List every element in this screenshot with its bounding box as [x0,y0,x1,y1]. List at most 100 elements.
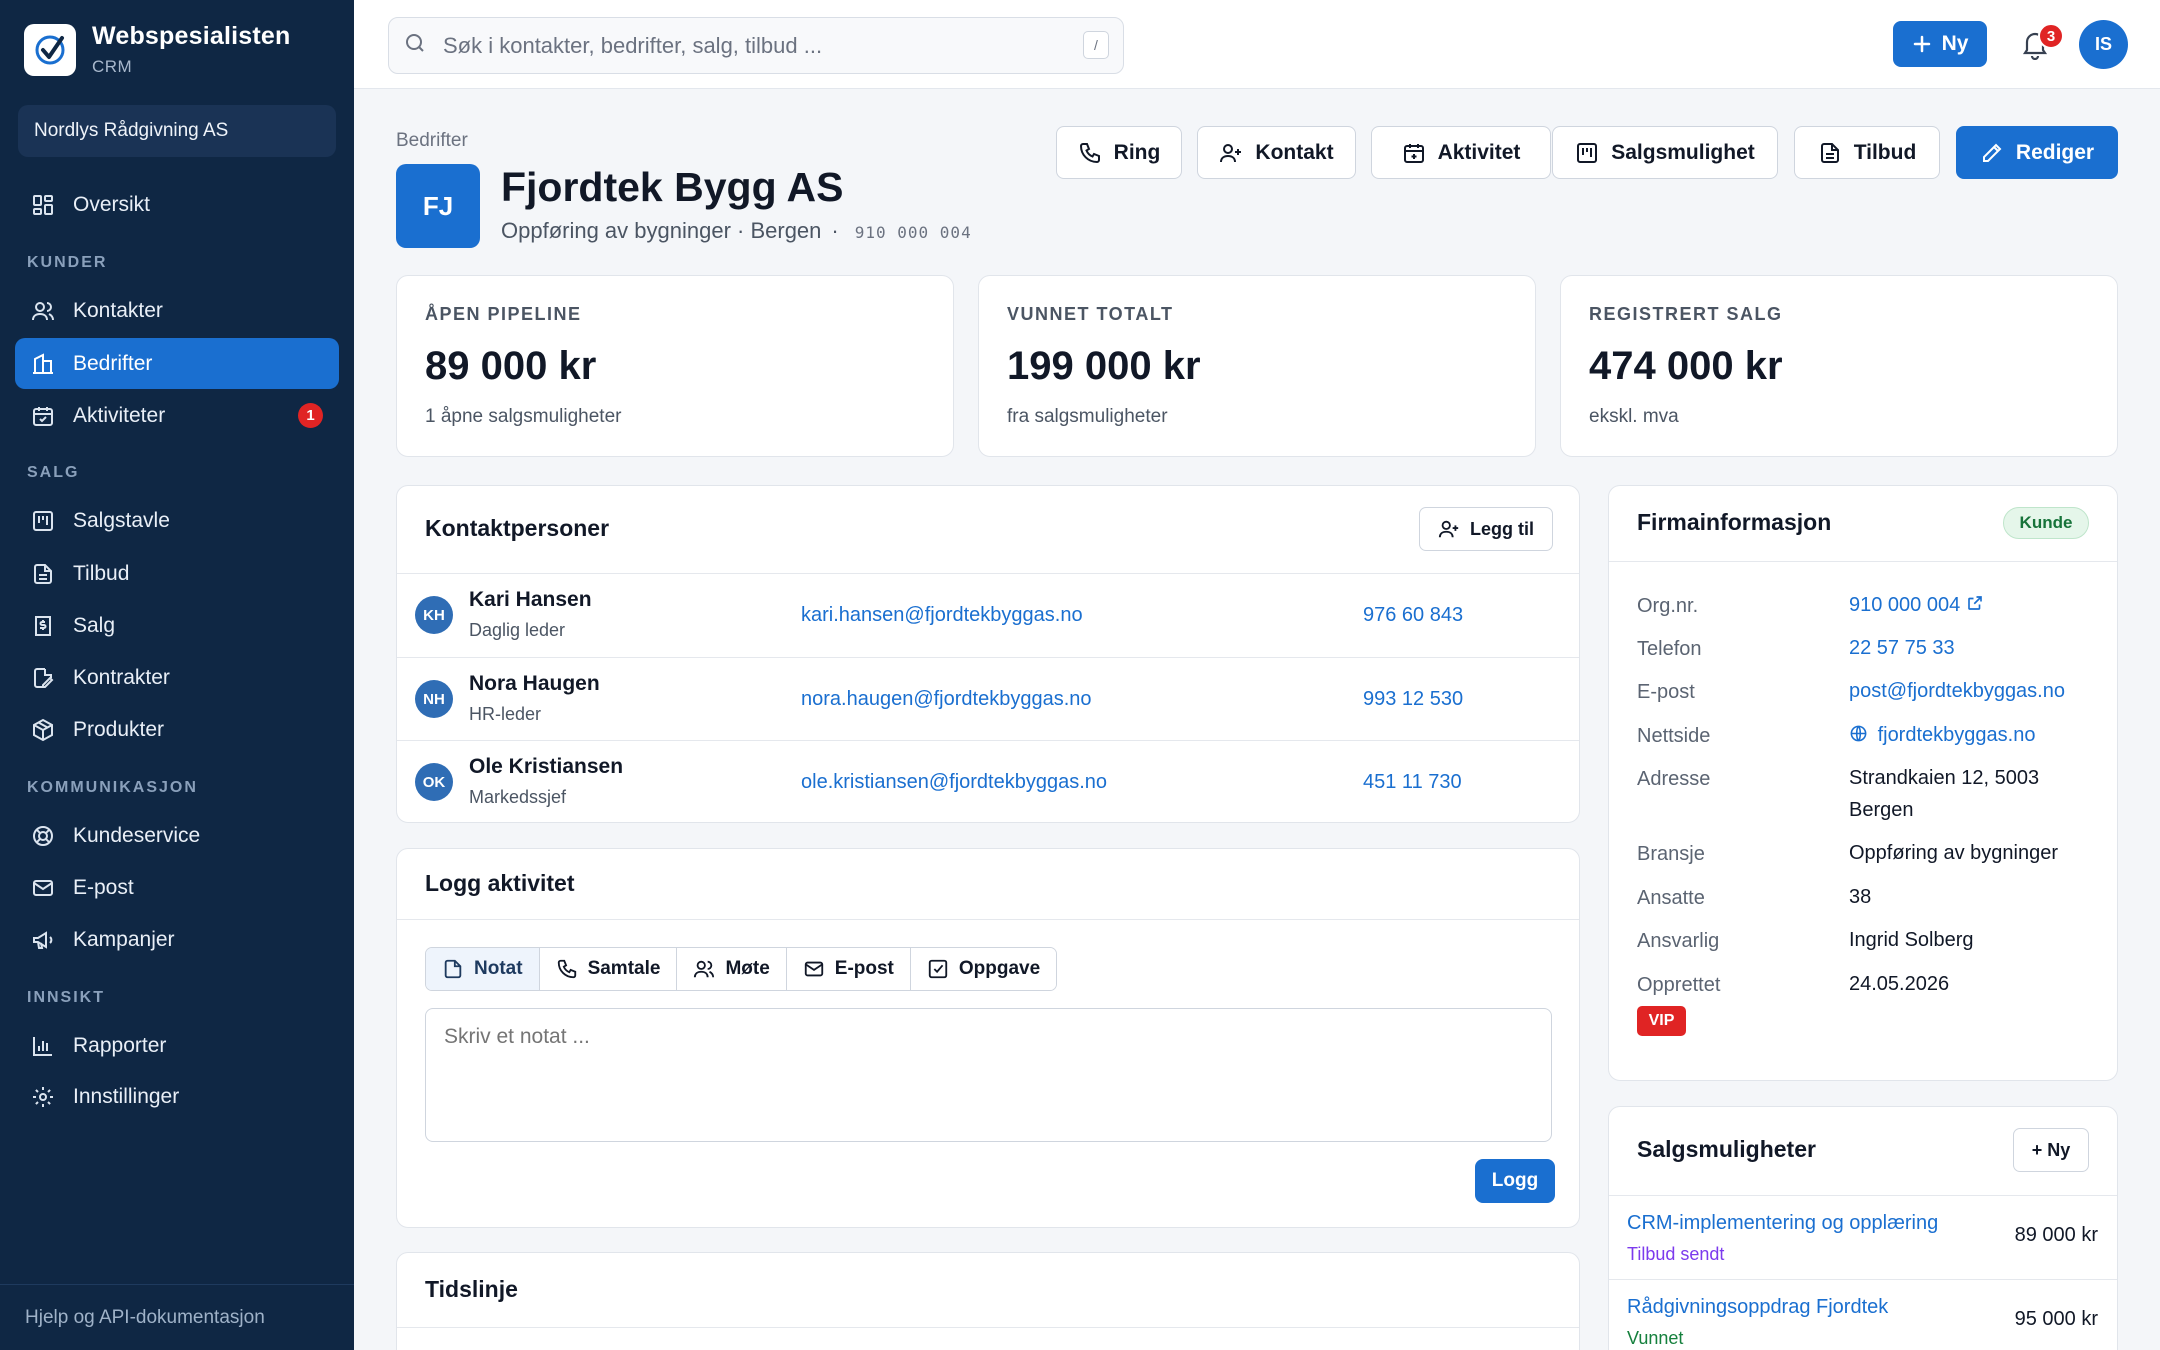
tab-call[interactable]: Samtale [539,948,678,990]
opportunity-name-link[interactable]: Rådgivningsoppdrag Fjordtek [1627,1296,1888,1319]
tab-task[interactable]: Oppgave [910,948,1057,990]
tab-label: E-post [834,958,894,979]
contact-phone-link[interactable]: 993 12 530 [1363,688,1463,711]
global-search[interactable]: Søk i kontakter, bedrifter, salg, tilbud… [388,17,1124,74]
nav-label: Salg [73,613,116,637]
megaphone-icon [31,928,55,952]
stat-label: REGISTRERT SALG [1589,304,1783,324]
activity-note-textarea[interactable] [425,1008,1552,1142]
stat-value: 89 000 kr [425,344,597,388]
log-activity-card: Logg aktivitet Notat Samtale Møte E-post… [396,848,1580,1228]
receipt-icon [31,614,55,638]
breadcrumb[interactable]: Bedrifter [396,130,468,152]
nav-item-campaigns[interactable]: Kampanjer [15,914,339,965]
nav-item-products[interactable]: Produkter [15,704,339,755]
log-submit-button[interactable]: Logg [1475,1159,1555,1203]
nav-item-contracts[interactable]: Kontrakter [15,652,339,703]
nav-item-reports[interactable]: Rapporter [15,1020,339,1071]
nav-item-email[interactable]: E-post [15,862,339,913]
nav-item-contacts[interactable]: Kontakter [15,285,339,336]
contact-email-link[interactable]: ole.kristiansen@fjordtekbyggas.no [801,771,1107,794]
nav-item-sales[interactable]: Salg [15,600,339,651]
mail-icon [803,958,825,980]
stat-card-open-pipeline: ÅPEN PIPELINE 89 000 kr 1 åpne salgsmuli… [396,275,954,457]
help-api-docs-link[interactable]: Hjelp og API-dokumentasjon [0,1284,354,1350]
contact-name[interactable]: Nora Haugen [469,672,600,696]
add-opportunity-button[interactable]: Salgsmulighet [1552,126,1778,179]
stat-label: VUNNET TOTALT [1007,304,1174,324]
company-phone-link[interactable]: 22 57 75 33 [1849,632,2099,664]
account-owner: Ingrid Solberg [1849,929,1974,951]
tab-note[interactable]: Notat [426,948,540,990]
external-link-icon [1966,594,1984,612]
note-icon [442,958,464,980]
nav-label: Bedrifter [73,351,153,375]
edit-button[interactable]: Rediger [1956,126,2118,179]
contact-phone-link[interactable]: 451 11 730 [1363,771,1462,794]
add-contact-person-label: Legg til [1470,518,1534,539]
list-item[interactable]: CRM-implementering og opplæring Tilbud s… [1609,1196,2116,1280]
company-email-link[interactable]: post@fjordtekbyggas.no [1849,675,2099,707]
nav-item-companies[interactable]: Bedrifter [15,338,339,389]
stat-value: 474 000 kr [1589,344,1783,388]
nav-item-support[interactable]: Kundeservice [15,810,339,861]
table-row[interactable]: OK Ole Kristiansen Markedssjef ole.krist… [397,741,1578,824]
contact-role: Markedssjef [469,787,567,807]
new-button[interactable]: Ny [1893,21,1987,67]
card-title: Tidslinje [425,1276,518,1302]
nav-label: Rapporter [73,1033,167,1057]
users-icon [31,299,55,323]
table-row[interactable]: KH Kari Hansen Daglig leder kari.hansen@… [397,574,1578,657]
org-number-link[interactable]: 910 000 004 [1849,589,2099,621]
brand[interactable]: Webspesialisten CRM [24,22,290,77]
edit-button-label: Rediger [2015,140,2095,164]
contact-email-link[interactable]: kari.hansen@fjordtekbyggas.no [801,604,1083,627]
nav-item-quotes[interactable]: Tilbud [15,548,339,599]
tab-meeting[interactable]: Møte [677,948,787,990]
info-label: Nettside [1637,725,1711,747]
contact-phone-link[interactable]: 976 60 843 [1363,604,1463,627]
company-website-link[interactable]: fjordtekbyggas.no [1849,719,2099,751]
company-employees: 38 [1849,886,1872,908]
new-opportunity-button[interactable]: + Ny [2013,1128,2089,1172]
kanban-icon [1575,141,1599,165]
opportunity-name-link[interactable]: CRM-implementering og opplæring [1627,1212,1938,1235]
contact-name[interactable]: Kari Hansen [469,588,592,612]
call-button[interactable]: Ring [1056,126,1182,179]
nav-section-sales: SALG [27,464,80,481]
contact-name[interactable]: Ole Kristiansen [469,755,623,779]
table-row[interactable]: NH Nora Haugen HR-leder nora.haugen@fjor… [397,658,1578,741]
user-avatar[interactable]: IS [2079,20,2128,69]
contact-avatar: NH [415,680,453,718]
add-activity-button[interactable]: Aktivitet [1371,126,1551,179]
organization-switcher[interactable]: Nordlys Rådgivning AS [18,105,336,157]
add-quote-button[interactable]: Tilbud [1794,126,1940,179]
opportunity-stage: Vunnet [1627,1328,1684,1348]
building-icon [31,352,55,376]
nav-item-activities[interactable]: Aktiviteter 1 [15,390,339,441]
users-icon [693,958,715,980]
company-info-card: Firmainformasjon Kunde Org.nr. 910 000 0… [1608,485,2118,1081]
add-contact-button[interactable]: Kontakt [1197,126,1356,179]
nav-label: Kontrakter [73,665,170,689]
phone-icon [556,958,578,980]
nav-section-communication: KOMMUNIKASJON [27,779,198,796]
nav-label: Tilbud [73,561,130,585]
nav-item-pipeline[interactable]: Salgstavle [15,495,339,546]
nav-item-settings[interactable]: Innstillinger [15,1071,339,1122]
opportunity-stage: Tilbud sendt [1627,1244,1725,1264]
add-activity-button-label: Aktivitet [1437,140,1521,164]
stat-value: 199 000 kr [1007,344,1201,388]
contract-icon [31,666,55,690]
search-input[interactable]: Søk i kontakter, bedrifter, salg, tilbud… [443,33,822,59]
list-item[interactable]: Rådgivningsoppdrag Fjordtek Vunnet 95 00… [1609,1280,2116,1350]
contact-email-link[interactable]: nora.haugen@fjordtekbyggas.no [801,688,1092,711]
add-contact-person-button[interactable]: Legg til [1419,507,1553,551]
nav-label: Produkter [73,717,165,741]
tab-email[interactable]: E-post [786,948,911,990]
contact-avatar: KH [415,596,453,634]
brand-name: Webspesialisten [92,22,291,50]
contact-role: HR-leder [469,704,542,724]
nav-item-overview[interactable]: Oversikt [15,179,339,230]
activity-type-tabs: Notat Samtale Møte E-post Oppgave [425,947,1058,991]
